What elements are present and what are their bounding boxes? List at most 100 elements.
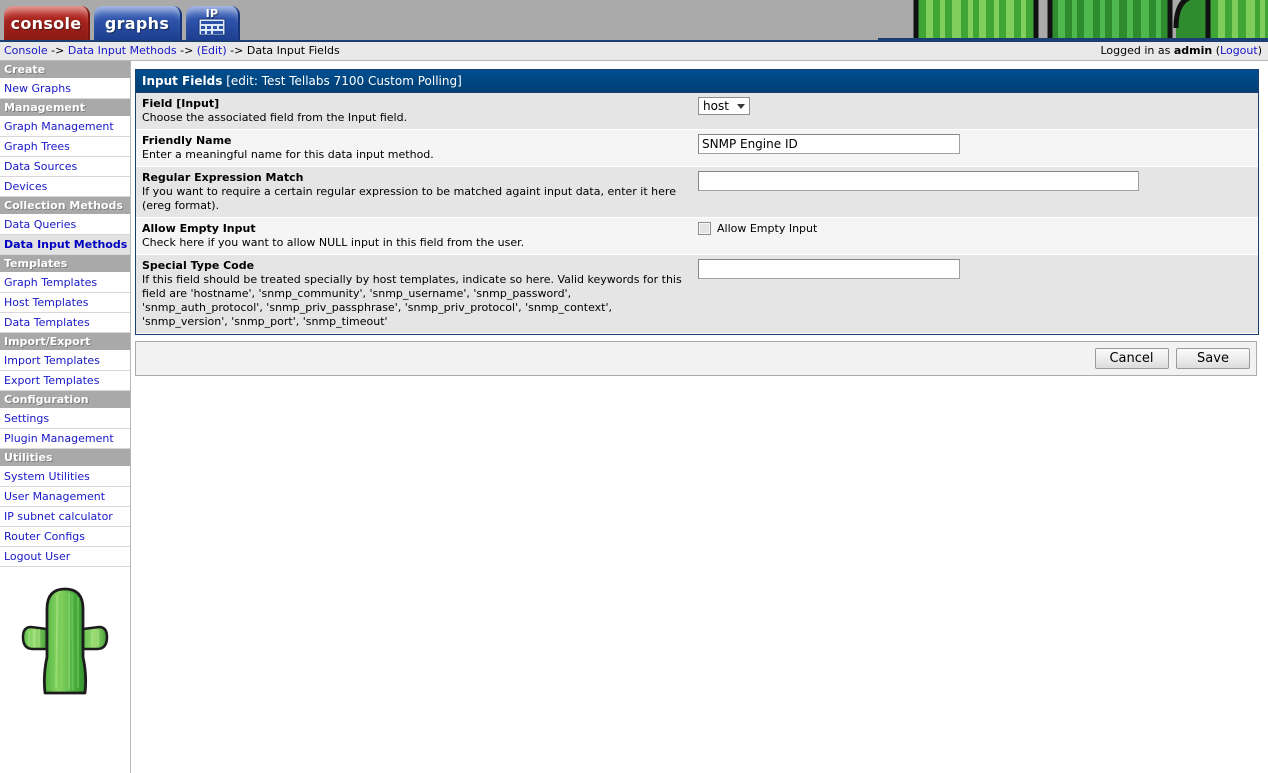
friendly-name-description: Enter a meaningful name for this data in… <box>142 148 434 161</box>
field-input-select[interactable]: host <box>698 97 750 115</box>
panel-title-sub: [edit: Test Tellabs 7100 Custom Polling] <box>226 74 462 88</box>
sidebar-header-templates: Templates <box>0 255 130 273</box>
sidebar-item-devices[interactable]: Devices <box>0 177 130 197</box>
allow-empty-input-checkbox-row[interactable]: Allow Empty Input <box>698 222 1258 235</box>
form-row-regex-match: Regular Expression Match If you want to … <box>136 167 1258 218</box>
allow-empty-input-checkbox-label: Allow Empty Input <box>717 222 818 235</box>
special-type-code-label: Special Type Code <box>142 259 255 272</box>
sidebar-item-graph-templates[interactable]: Graph Templates <box>0 273 130 293</box>
form-row-text: Friendly Name Enter a meaningful name fo… <box>136 130 696 166</box>
form-row-control <box>696 255 1258 283</box>
regex-match-label: Regular Expression Match <box>142 171 304 184</box>
sidebar-link-export-templates[interactable]: Export Templates <box>4 374 99 387</box>
panel-title: Input Fields [edit: Test Tellabs 7100 Cu… <box>136 70 1258 93</box>
regex-match-input[interactable] <box>698 171 1139 191</box>
form-row-text: Special Type Code If this field should b… <box>136 255 696 333</box>
sidebar-item-export-templates[interactable]: Export Templates <box>0 371 130 391</box>
sidebar-link-host-templates[interactable]: Host Templates <box>4 296 88 309</box>
sidebar-item-data-queries[interactable]: Data Queries <box>0 215 130 235</box>
breadcrumb-item-data-input-methods[interactable]: Data Input Methods <box>68 44 177 57</box>
sidebar-header-import-export: Import/Export <box>0 333 130 351</box>
form-row-allow-empty-input: Allow Empty Input Check here if you want… <box>136 218 1258 255</box>
friendly-name-label: Friendly Name <box>142 134 232 147</box>
sidebar-item-import-templates[interactable]: Import Templates <box>0 351 130 371</box>
sidebar-link-new-graphs[interactable]: New Graphs <box>4 82 71 95</box>
sidebar-item-settings[interactable]: Settings <box>0 409 130 429</box>
field-input-select-value: host <box>703 99 729 113</box>
sidebar-item-graph-trees[interactable]: Graph Trees <box>0 137 130 157</box>
cactus-logo-container <box>0 567 130 706</box>
tab-graphs[interactable]: graphs <box>94 6 182 40</box>
friendly-name-input[interactable] <box>698 134 960 154</box>
special-type-code-input[interactable] <box>698 259 960 279</box>
sidebar-link-plugin-management[interactable]: Plugin Management <box>4 432 114 445</box>
sidebar-link-settings[interactable]: Settings <box>4 412 49 425</box>
allow-empty-input-checkbox[interactable] <box>698 222 711 235</box>
form-row-text: Field [Input] Choose the associated fiel… <box>136 93 696 129</box>
sidebar-item-host-templates[interactable]: Host Templates <box>0 293 130 313</box>
chevron-down-icon <box>736 103 745 109</box>
logout-link[interactable]: Logout <box>1220 44 1258 57</box>
sidebar-link-graph-templates[interactable]: Graph Templates <box>4 276 97 289</box>
login-username: admin <box>1173 44 1213 57</box>
sidebar-link-router-configs[interactable]: Router Configs <box>4 530 85 543</box>
top-tab-bar: console graphs IP <box>0 0 1268 40</box>
sidebar-item-data-sources[interactable]: Data Sources <box>0 157 130 177</box>
sidebar-link-system-utilities[interactable]: System Utilities <box>4 470 90 483</box>
breadcrumb-item-current: Data Input Fields <box>246 44 340 57</box>
form-row-text: Allow Empty Input Check here if you want… <box>136 218 696 254</box>
ip-calculator-icon: IP <box>192 6 232 40</box>
sidebar: Create New Graphs Management Graph Manag… <box>0 61 131 773</box>
allow-empty-input-description: Check here if you want to allow NULL inp… <box>142 236 525 249</box>
sidebar-link-data-sources[interactable]: Data Sources <box>4 160 77 173</box>
save-button[interactable]: Save <box>1176 348 1250 369</box>
sidebar-link-graph-trees[interactable]: Graph Trees <box>4 140 70 153</box>
sidebar-header-configuration: Configuration <box>0 391 130 409</box>
sidebar-link-user-management[interactable]: User Management <box>4 490 105 503</box>
special-type-code-description: If this field should be treated speciall… <box>142 273 682 328</box>
form-row-field-input: Field [Input] Choose the associated fiel… <box>136 93 1258 130</box>
login-status: Logged in as admin (Logout) <box>1100 44 1262 57</box>
form-row-control: host <box>696 93 1258 119</box>
form-row-control <box>696 167 1258 195</box>
sidebar-item-system-utilities[interactable]: System Utilities <box>0 467 130 487</box>
sidebar-item-logout-user[interactable]: Logout User <box>0 547 130 567</box>
sidebar-item-plugin-management[interactable]: Plugin Management <box>0 429 130 449</box>
sidebar-item-data-input-methods[interactable]: Data Input Methods <box>0 235 130 255</box>
sidebar-item-new-graphs[interactable]: New Graphs <box>0 79 130 99</box>
cancel-button[interactable]: Cancel <box>1094 348 1169 369</box>
tab-ip-calculator[interactable]: IP <box>186 6 240 40</box>
sidebar-item-router-configs[interactable]: Router Configs <box>0 527 130 547</box>
form-row-special-type-code: Special Type Code If this field should b… <box>136 255 1258 334</box>
sidebar-link-devices[interactable]: Devices <box>4 180 47 193</box>
breadcrumb-separator: -> <box>230 44 244 57</box>
tab-console[interactable]: console <box>4 6 90 40</box>
sidebar-link-data-queries[interactable]: Data Queries <box>4 218 76 231</box>
sidebar-link-data-input-methods[interactable]: Data Input Methods <box>4 238 127 251</box>
sidebar-item-data-templates[interactable]: Data Templates <box>0 313 130 333</box>
sidebar-link-graph-management[interactable]: Graph Management <box>4 120 114 133</box>
sidebar-link-import-templates[interactable]: Import Templates <box>4 354 100 367</box>
sidebar-item-user-management[interactable]: User Management <box>0 487 130 507</box>
header-cactus-banner <box>878 0 1268 40</box>
sidebar-header-management: Management <box>0 99 130 117</box>
breadcrumb-item-console[interactable]: Console <box>4 44 48 57</box>
sidebar-link-ip-subnet-calculator[interactable]: IP subnet calculator <box>4 510 113 523</box>
sidebar-item-ip-subnet-calculator[interactable]: IP subnet calculator <box>0 507 130 527</box>
sidebar-header-collection-methods: Collection Methods <box>0 197 130 215</box>
sidebar-item-graph-management[interactable]: Graph Management <box>0 117 130 137</box>
sidebar-link-logout-user[interactable]: Logout User <box>4 550 70 563</box>
field-input-label: Field [Input] <box>142 97 220 110</box>
sidebar-header-utilities: Utilities <box>0 449 130 467</box>
logout-paren-close: ) <box>1257 44 1262 57</box>
breadcrumb-item-edit[interactable]: (Edit) <box>197 44 227 57</box>
body-wrapper: Create New Graphs Management Graph Manag… <box>0 61 1268 773</box>
input-fields-panel: Input Fields [edit: Test Tellabs 7100 Cu… <box>135 69 1259 335</box>
tab-console-label: console <box>10 13 82 33</box>
allow-empty-input-label: Allow Empty Input <box>142 222 256 235</box>
tab-graphs-label: graphs <box>104 13 170 33</box>
sidebar-link-data-templates[interactable]: Data Templates <box>4 316 90 329</box>
svg-text:IP: IP <box>206 7 219 20</box>
field-input-description: Choose the associated field from the Inp… <box>142 111 408 124</box>
login-prefix: Logged in as <box>1100 44 1171 57</box>
